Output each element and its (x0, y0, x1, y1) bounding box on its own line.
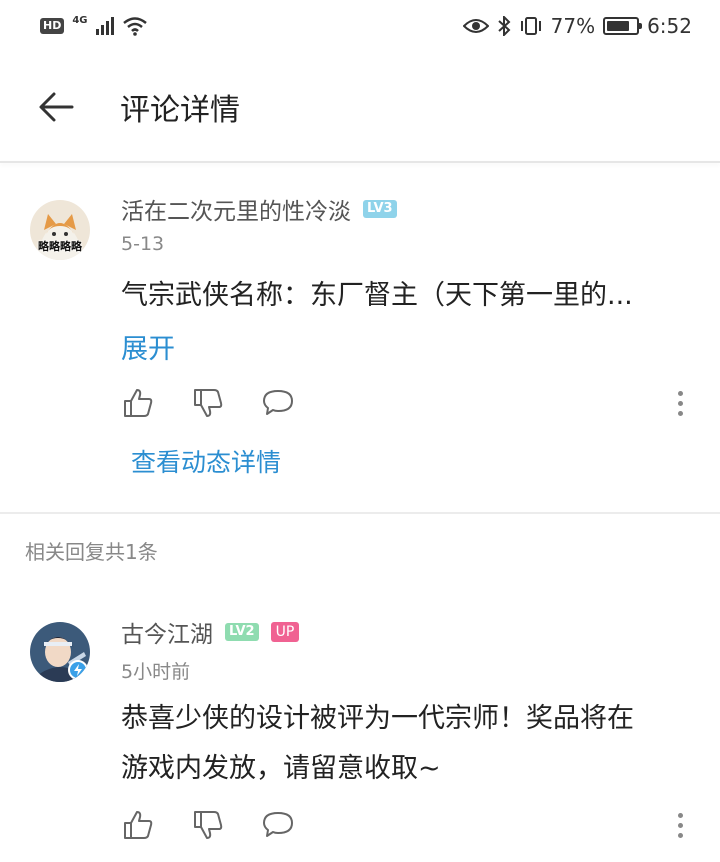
verified-icon (68, 660, 88, 680)
reply-actions (121, 808, 295, 842)
comment-bubble-icon (263, 390, 293, 415)
reply-button[interactable] (261, 386, 295, 420)
battery-fill (607, 21, 629, 31)
page-title: 评论详情 (120, 93, 240, 128)
dislike-button[interactable] (191, 386, 225, 420)
reply-text-line-2: 游戏内发放，请留意收取~ (121, 753, 441, 784)
more-options-button[interactable] (670, 386, 690, 420)
like-button[interactable] (121, 808, 155, 842)
level-badge: LV3 (363, 200, 397, 218)
section-divider (0, 512, 720, 514)
status-right: 77% 6:52 (462, 14, 692, 38)
like-button[interactable] (121, 386, 155, 420)
dot (677, 822, 683, 828)
more-options-button[interactable] (670, 808, 690, 842)
level-badge: LV2 (225, 623, 259, 641)
reply-text-line-1: 恭喜少侠的设计被评为一代宗师！奖品将在 (121, 703, 634, 734)
comment-text: 气宗武侠名称：东厂督主（天下第一里的... (121, 280, 633, 311)
avatar-caption: 略略略略 (38, 240, 82, 253)
comment-bubble-icon (263, 812, 293, 837)
dot (677, 410, 683, 416)
reply-button[interactable] (261, 808, 295, 842)
reply-text: 恭喜少侠的设计被评为一代宗师！奖品将在 游戏内发放，请留意收取~ (121, 694, 701, 794)
status-bar: HD 4G 77% 6:52 (0, 0, 720, 52)
signal-icon (95, 17, 114, 35)
dot (677, 812, 683, 818)
dot (677, 832, 683, 838)
thumbs-up-icon (124, 389, 153, 417)
comment-actions (121, 386, 295, 420)
clock: 6:52 (647, 14, 692, 38)
header-divider (0, 161, 720, 163)
hd-icon: HD (40, 18, 65, 34)
comment-date: 5-13 (121, 233, 165, 255)
battery-icon (603, 17, 643, 35)
network-type: 4G (72, 14, 88, 26)
avatar[interactable] (30, 622, 90, 682)
thumbs-down-icon (194, 811, 223, 839)
reply-date: 5小时前 (121, 661, 191, 683)
view-post-detail-link[interactable]: 查看动态详情 (131, 443, 281, 479)
dot (677, 400, 683, 406)
status-left: HD 4G (40, 14, 148, 36)
top-app-bar: 评论详情 (0, 52, 720, 162)
wifi-icon (122, 17, 147, 36)
comment-author-row: 活在二次元里的性冷淡 LV3 (121, 192, 397, 226)
reply-author-row: 古今江湖 LV2 UP (121, 615, 300, 649)
dislike-button[interactable] (191, 808, 225, 842)
expand-link[interactable]: 展开 (121, 327, 175, 366)
up-badge: UP (270, 622, 300, 642)
bluetooth-icon (497, 16, 511, 36)
arrow-left-icon (39, 92, 74, 122)
thumbs-up-icon (124, 811, 153, 839)
thumbs-down-icon (194, 389, 223, 417)
username[interactable]: 活在二次元里的性冷淡 (121, 192, 351, 226)
battery-percent: 77% (550, 14, 596, 38)
avatar[interactable]: 略略略略 (30, 200, 90, 260)
username[interactable]: 古今江湖 (121, 615, 213, 649)
eye-icon (462, 19, 489, 33)
dot (677, 390, 683, 396)
replies-count-label: 相关回复共1条 (25, 540, 158, 564)
vibrate-icon (520, 17, 541, 35)
back-button[interactable] (28, 79, 84, 135)
